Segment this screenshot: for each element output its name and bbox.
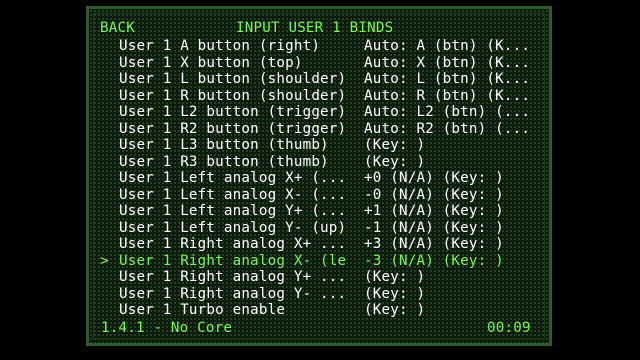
bind-label: User 1 X button (top) xyxy=(119,54,303,71)
retroarch-screen: BACK INPUT USER 1 BINDS User 1 A button … xyxy=(0,0,640,360)
bind-label: User 1 Left analog X- (... xyxy=(119,186,347,203)
bind-label: User 1 L3 button (thumb) xyxy=(119,137,329,153)
bind-value: (Key: ) xyxy=(364,137,426,153)
selection-cursor: > xyxy=(100,252,109,269)
bind-label: User 1 Right analog Y- ... xyxy=(119,285,347,302)
menu-title: INPUT USER 1 BINDS xyxy=(236,20,394,36)
bind-value: Auto: X (btn) (K... xyxy=(364,54,531,71)
bind-value: -0 (N/A) (Key: ) xyxy=(364,186,504,203)
bind-label: User 1 R2 button (trigger) xyxy=(119,120,347,137)
bind-value: -1 (N/A) (Key: ) xyxy=(364,219,504,236)
bind-value: +0 (N/A) (Key: ) xyxy=(364,170,504,186)
bind-label: User 1 L button (shoulder) xyxy=(119,71,347,87)
bind-label: User 1 R button (shoulder) xyxy=(119,87,347,104)
bind-value: (Key: ) xyxy=(364,153,426,170)
bind-value: +3 (N/A) (Key: ) xyxy=(364,236,504,252)
bind-label: User 1 R3 button (thumb) xyxy=(119,153,329,170)
bind-label: User 1 Left analog X+ (... xyxy=(119,170,347,186)
bind-label: User 1 Right analog X+ ... xyxy=(119,236,347,252)
version-core-label: 1.4.1 - No Core xyxy=(101,320,233,336)
back-button[interactable]: BACK xyxy=(100,20,135,37)
bind-value: (Key: ) xyxy=(364,285,426,302)
bind-label: User 1 Right analog X- (le xyxy=(119,252,347,269)
bind-label: User 1 Right analog Y+ ... xyxy=(119,269,347,285)
clock-label: 00:09 xyxy=(487,320,531,336)
bind-value: Auto: A (btn) (K... xyxy=(364,38,531,54)
bind-value: -3 (N/A) (Key: ) xyxy=(364,252,504,269)
bind-value: (Key: ) xyxy=(364,302,426,318)
bind-label: User 1 L2 button (trigger) xyxy=(119,104,347,120)
bind-value: Auto: L2 (btn) (... xyxy=(364,104,531,120)
bind-value: Auto: R2 (btn) (... xyxy=(364,120,531,137)
bind-label: User 1 Turbo enable xyxy=(119,302,286,318)
bind-label: User 1 Left analog Y+ (... xyxy=(119,203,347,219)
bind-value: Auto: L (btn) (K... xyxy=(364,71,531,87)
bind-label: User 1 A button (right) xyxy=(119,38,321,54)
bind-value: (Key: ) xyxy=(364,269,426,285)
bind-value: Auto: R (btn) (K... xyxy=(364,87,531,104)
bind-label: User 1 Left analog Y- (up) xyxy=(119,219,347,236)
bind-value: +1 (N/A) (Key: ) xyxy=(364,203,504,219)
